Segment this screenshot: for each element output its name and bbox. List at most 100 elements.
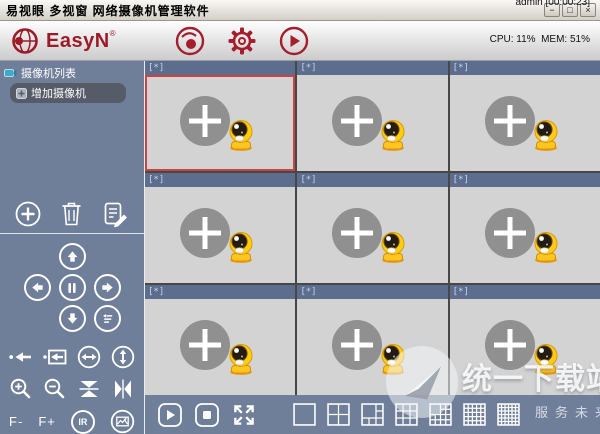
add-camera-item-icon <box>16 87 27 99</box>
arrow-up-icon <box>67 251 77 262</box>
settings-button[interactable] <box>226 25 258 57</box>
pause-icon <box>68 282 76 293</box>
ptz-left-button[interactable] <box>23 274 51 301</box>
layout-25-button[interactable] <box>463 403 486 426</box>
add-camera-plus-icon[interactable] <box>332 96 383 146</box>
registered-mark: ® <box>109 28 116 38</box>
video-cell-body[interactable] <box>145 75 296 171</box>
video-cell[interactable]: [*] <box>145 285 296 395</box>
add-camera-plus-icon[interactable] <box>180 320 231 370</box>
layout-9-button[interactable] <box>395 403 418 426</box>
iris-open-button[interactable] <box>111 377 135 401</box>
play-all-button[interactable] <box>157 402 183 428</box>
camera-list-icon <box>4 69 17 77</box>
vertical-cruise-button[interactable] <box>111 345 135 369</box>
fullscreen-button[interactable] <box>231 402 257 428</box>
focus-minus-button[interactable]: F- <box>9 414 23 429</box>
add-camera-placeholder <box>180 207 260 263</box>
easyn-globe-icon <box>12 27 38 54</box>
camera-tree: 摄像机列表 增加摄像机 <box>0 61 144 196</box>
camera-mascot-icon <box>381 120 405 151</box>
tree-item-add-camera[interactable]: 增加摄像机 <box>10 83 126 103</box>
ptz-down-button[interactable] <box>58 305 86 332</box>
iris-close-button[interactable] <box>77 377 101 401</box>
ptz-up-button[interactable] <box>58 243 86 270</box>
layout-6-button[interactable] <box>361 403 384 426</box>
add-camera-button[interactable] <box>14 200 42 228</box>
video-cell-body[interactable] <box>145 187 296 283</box>
video-cell[interactable]: [*] <box>145 61 296 171</box>
video-cell-body[interactable] <box>297 187 448 283</box>
add-camera-plus-icon[interactable] <box>484 320 535 370</box>
video-cell-header: [*] <box>145 285 296 299</box>
fullscreen-icon <box>234 404 254 425</box>
add-camera-placeholder <box>484 319 565 375</box>
compress-vertical-icon <box>79 381 99 397</box>
ptz-pad <box>0 243 144 332</box>
video-cell-header: [*] <box>449 173 600 187</box>
playback-button[interactable] <box>278 25 310 57</box>
camera-actions <box>0 196 144 233</box>
video-cell-body[interactable] <box>449 75 600 171</box>
status-cpu-mem: CPU: 11% MEM: 51% <box>489 34 590 46</box>
app-window: 易视眼 多视窗 网络摄像机管理软件 − □ × EasyN ® admin [0… <box>0 0 600 434</box>
delete-camera-button[interactable] <box>58 200 85 228</box>
ptz-preset-button[interactable] <box>93 305 121 332</box>
focus-plus-button[interactable]: F+ <box>38 414 56 429</box>
ptz-stop-button[interactable] <box>58 274 86 301</box>
ptz-right-button[interactable] <box>93 274 121 301</box>
add-camera-placeholder <box>332 95 412 151</box>
add-camera-placeholder <box>180 95 260 151</box>
zoom-out-button[interactable] <box>43 377 67 401</box>
video-cell-body[interactable] <box>297 299 448 395</box>
zoom-in-button[interactable] <box>9 377 33 401</box>
layout-6-icon <box>361 403 384 426</box>
layout-16-icon <box>429 403 452 426</box>
ir-toggle-button[interactable]: IR <box>70 409 95 434</box>
video-cell[interactable]: [*] <box>449 61 600 171</box>
video-cell-body[interactable] <box>145 299 296 395</box>
bottom-toolbar <box>145 395 600 434</box>
gear-icon <box>228 27 256 54</box>
add-camera-plus-icon[interactable] <box>332 320 383 370</box>
add-camera-plus-icon[interactable] <box>484 208 535 258</box>
window-title: 易视眼 多视窗 网络摄像机管理软件 <box>6 3 210 18</box>
video-cell[interactable]: [*] <box>145 173 296 283</box>
add-camera-plus-icon[interactable] <box>180 208 231 258</box>
pan-to-box-button[interactable] <box>43 346 67 368</box>
layout-16-button[interactable] <box>429 403 452 426</box>
horizontal-arrows-icon <box>77 345 101 369</box>
camera-manager-button[interactable] <box>174 25 206 57</box>
snapshot-button[interactable] <box>110 409 135 434</box>
pan-left-scan-button[interactable] <box>9 346 33 368</box>
video-cell[interactable]: [*] <box>449 173 600 283</box>
add-camera-plus-icon[interactable] <box>484 96 535 146</box>
sidebar: 摄像机列表 增加摄像机 F- F+ IR <box>0 61 145 434</box>
cell-mark: [*] <box>148 63 165 73</box>
zoom-out-icon <box>44 378 65 399</box>
vertical-arrows-icon <box>111 345 135 369</box>
main-toolbar: EasyN ® admin [00:00:23] CPU: 11% MEM: 5… <box>0 0 600 83</box>
layout-1-icon <box>293 403 316 426</box>
layout-4-button[interactable] <box>327 403 350 426</box>
video-cell[interactable]: [*] <box>297 173 448 283</box>
video-cell-body[interactable] <box>449 299 600 395</box>
image-icon <box>110 409 135 434</box>
focus-row: F- F+ IR <box>0 409 144 434</box>
tree-item-camera-list[interactable]: 摄像机列表 <box>0 64 144 82</box>
layout-36-button[interactable] <box>497 403 520 426</box>
stop-all-button[interactable] <box>194 402 220 428</box>
horizontal-cruise-button[interactable] <box>77 345 101 369</box>
add-camera-plus-icon[interactable] <box>332 208 383 258</box>
edit-camera-button[interactable] <box>101 200 130 228</box>
camera-mascot-icon <box>534 344 558 375</box>
video-cell[interactable]: [*] <box>297 61 448 171</box>
video-cell-body[interactable] <box>449 187 600 283</box>
compress-horizontal-icon <box>115 379 131 399</box>
sidebar-divider <box>0 233 144 234</box>
add-camera-plus-icon[interactable] <box>180 96 231 146</box>
video-cell[interactable]: [*] <box>449 285 600 395</box>
video-cell-body[interactable] <box>297 75 448 171</box>
layout-1-button[interactable] <box>293 403 316 426</box>
video-cell[interactable]: [*] <box>297 285 448 395</box>
